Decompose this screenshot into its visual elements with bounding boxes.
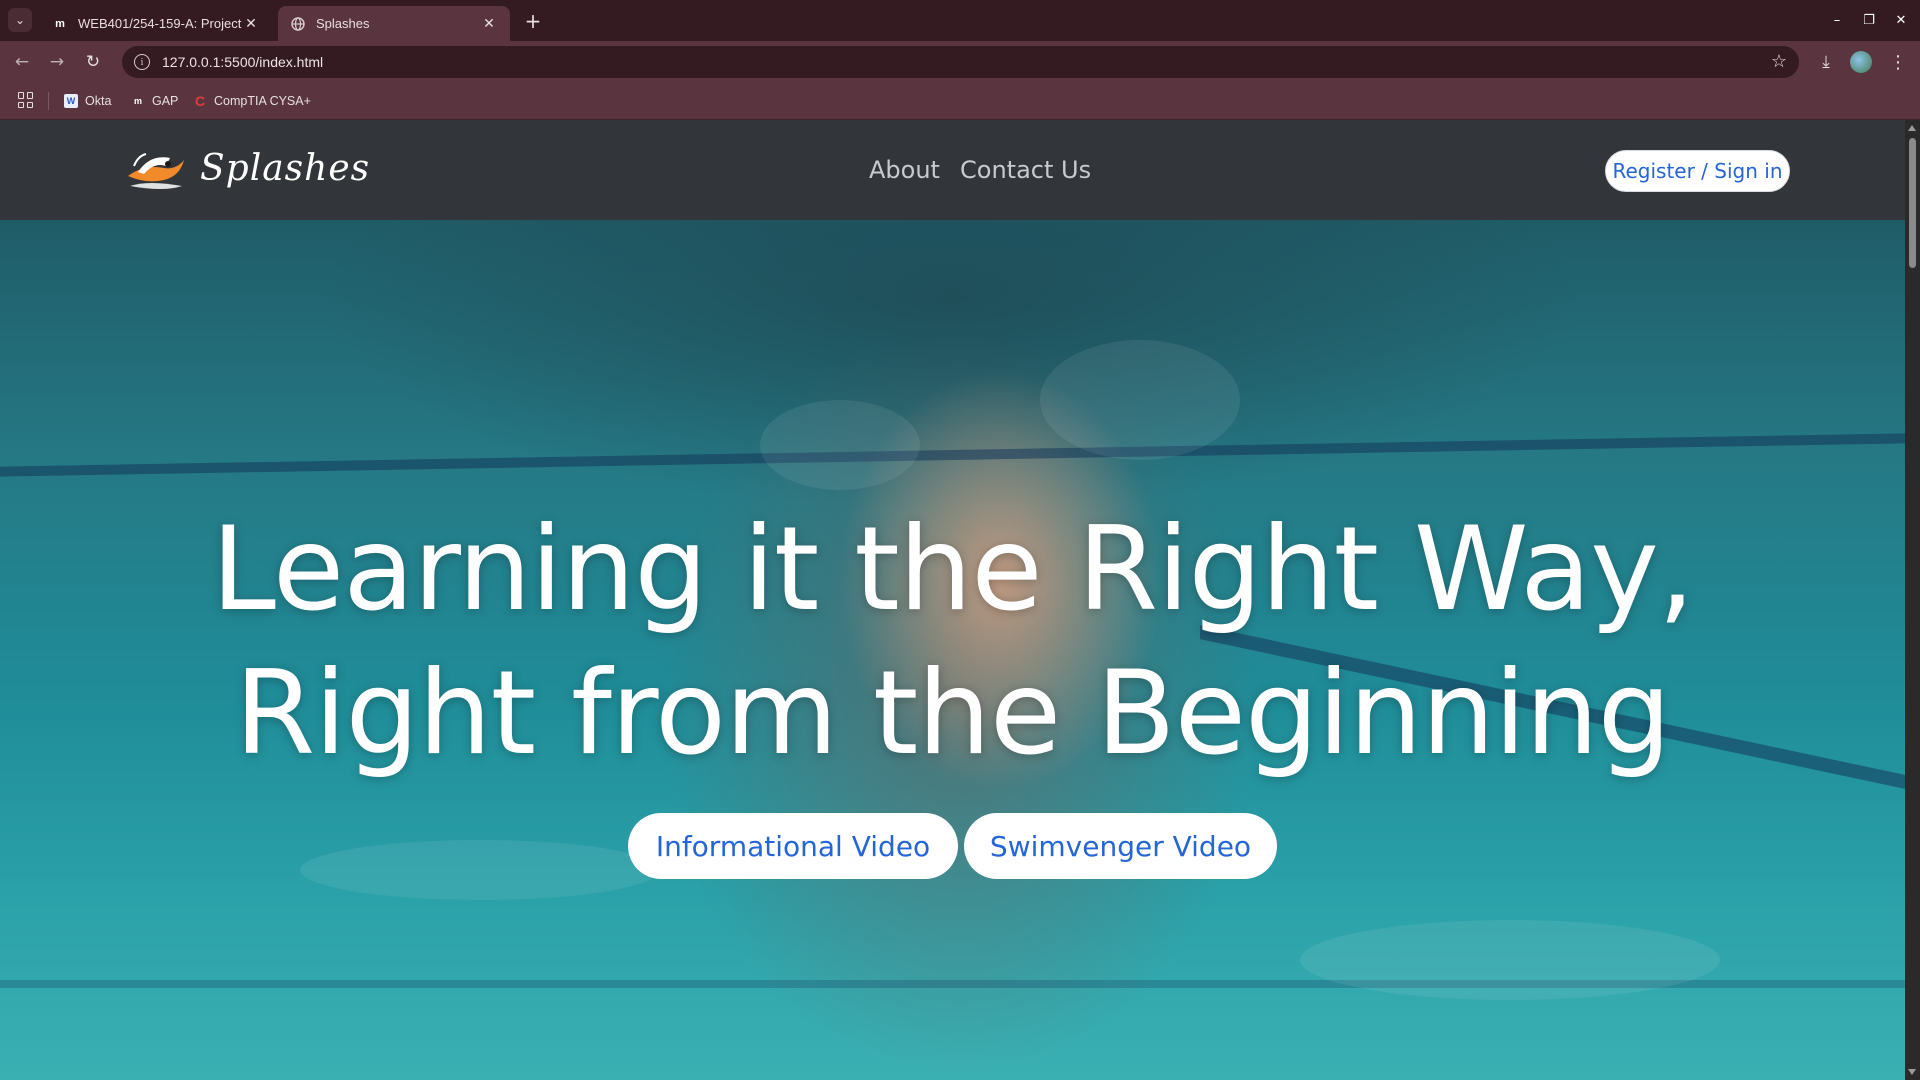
water-ripple bbox=[1300, 920, 1720, 1000]
water-ripple bbox=[1040, 340, 1240, 460]
close-window-icon[interactable]: ✕ bbox=[1888, 8, 1914, 32]
nav-contact-link[interactable]: Contact Us bbox=[960, 156, 1091, 184]
tab-search-button[interactable]: ⌄ bbox=[8, 8, 32, 32]
restore-icon[interactable]: ❐ bbox=[1856, 8, 1882, 32]
bookmark-comptia[interactable]: C CompTIA CYSA+ bbox=[193, 91, 311, 111]
site-navbar: Splashes About Contact Us Register / Sig… bbox=[0, 120, 1905, 220]
water-ripple bbox=[760, 400, 920, 490]
splashes-logo-icon[interactable] bbox=[124, 146, 188, 194]
profile-avatar[interactable] bbox=[1850, 51, 1872, 73]
moodle-m-icon: m bbox=[133, 96, 142, 106]
pool-lane-line bbox=[0, 433, 1905, 477]
bookmark-star-icon[interactable]: ☆ bbox=[1771, 51, 1787, 72]
bookmarks-bar: W Okta m GAP C CompTIA CYSA+ bbox=[0, 82, 1920, 120]
close-tab-icon[interactable]: ✕ bbox=[480, 15, 498, 32]
new-tab-button[interactable]: + bbox=[520, 8, 546, 34]
comptia-c-icon: C bbox=[194, 93, 206, 109]
page-scrollbar[interactable] bbox=[1905, 120, 1920, 1080]
download-icon[interactable]: ⤓ bbox=[1813, 49, 1839, 75]
address-bar[interactable]: i 127.0.0.1:5500/index.html ☆ bbox=[122, 46, 1799, 78]
minimize-icon[interactable]: – bbox=[1824, 8, 1850, 32]
swimvenger-video-button[interactable]: Swimvenger Video bbox=[964, 813, 1277, 879]
bookmark-label: GAP bbox=[152, 94, 179, 108]
nav-about-link[interactable]: About bbox=[869, 156, 940, 184]
scroll-up-icon[interactable] bbox=[1908, 125, 1916, 131]
globe-icon bbox=[290, 16, 306, 32]
back-icon[interactable]: ← bbox=[9, 49, 35, 75]
bookmark-label: Okta bbox=[85, 94, 112, 108]
okta-w-icon: W bbox=[64, 94, 78, 108]
site-brand[interactable]: Splashes bbox=[200, 148, 370, 189]
page-viewport: Splashes About Contact Us Register / Sig… bbox=[0, 120, 1905, 1080]
bookmark-label: CompTIA CYSA+ bbox=[214, 94, 311, 108]
browser-toolbar: ← → ↻ i 127.0.0.1:5500/index.html ☆ ⤓ ⋮ bbox=[0, 41, 1920, 82]
tab-title: WEB401/254-159-A: Project bbox=[78, 16, 242, 31]
tab-web401[interactable]: m WEB401/254-159-A: Project ✕ bbox=[40, 6, 272, 41]
water-ripple bbox=[300, 840, 660, 900]
tab-splashes[interactable]: Splashes ✕ bbox=[278, 6, 510, 41]
informational-video-button[interactable]: Informational Video bbox=[628, 813, 958, 879]
close-tab-icon[interactable]: ✕ bbox=[242, 15, 260, 32]
forward-icon[interactable]: → bbox=[44, 49, 70, 75]
reload-icon[interactable]: ↻ bbox=[80, 49, 106, 75]
bookmark-okta[interactable]: W Okta bbox=[64, 91, 111, 111]
site-info-icon[interactable]: i bbox=[134, 54, 150, 70]
moodle-m-icon: m bbox=[55, 17, 65, 30]
hero-section: Learning it the Right Way, Right from th… bbox=[0, 220, 1905, 1080]
tab-title: Splashes bbox=[316, 16, 370, 31]
menu-kebab-icon[interactable]: ⋮ bbox=[1885, 49, 1911, 75]
register-signin-button[interactable]: Register / Sign in bbox=[1605, 150, 1790, 192]
tab-strip: ⌄ m WEB401/254-159-A: Project ✕ Splashes… bbox=[0, 0, 1920, 41]
bookmark-gap[interactable]: m GAP bbox=[131, 91, 178, 111]
url-text: 127.0.0.1:5500/index.html bbox=[162, 54, 324, 70]
apps-grid-icon[interactable] bbox=[18, 92, 34, 108]
hero-line-2: Right from the Beginning bbox=[234, 646, 1672, 781]
hero-headline: Learning it the Right Way, Right from th… bbox=[0, 498, 1905, 786]
hero-line-1: Learning it the Right Way, bbox=[211, 502, 1695, 637]
scroll-down-icon[interactable] bbox=[1908, 1069, 1916, 1075]
scrollbar-thumb[interactable] bbox=[1909, 138, 1916, 268]
bookmarks-divider bbox=[48, 92, 49, 110]
